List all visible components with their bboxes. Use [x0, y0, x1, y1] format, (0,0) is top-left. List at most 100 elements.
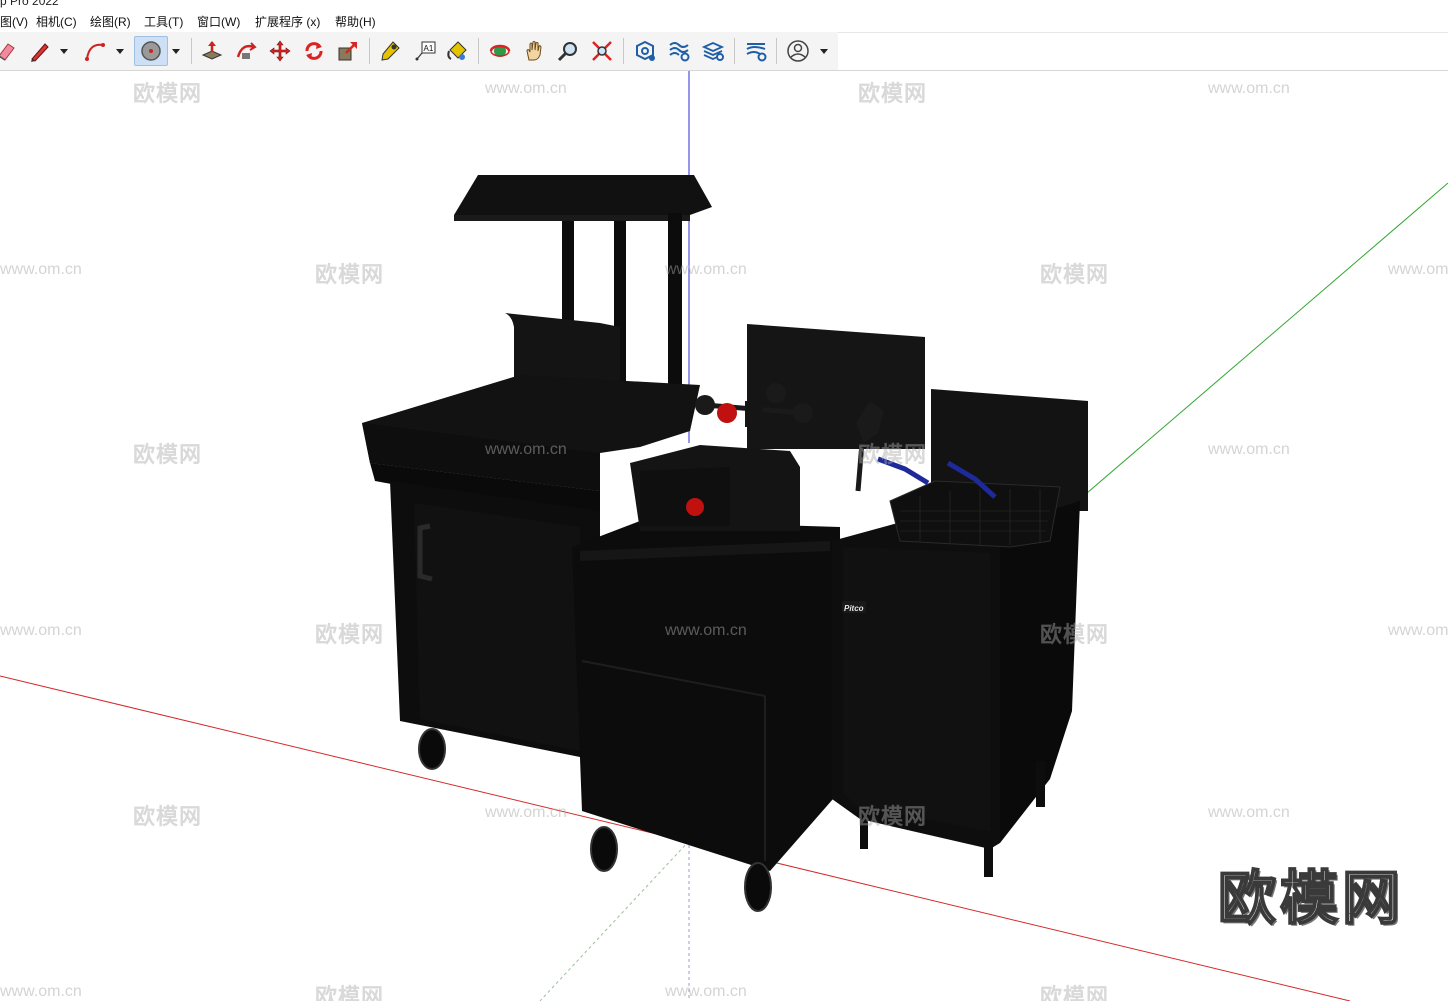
watermark-url: www.om.cn — [665, 261, 747, 278]
watermark-url: www.om.cn — [1388, 261, 1448, 278]
menu-draw[interactable]: 绘图(R) — [90, 13, 131, 30]
tape-measure-icon — [381, 41, 400, 61]
watermark-brand: 欧模网 — [858, 442, 928, 467]
orbit-icon — [489, 44, 511, 57]
arc-tool-dropdown[interactable] — [115, 46, 125, 56]
watermark-brand: 欧模网 — [315, 622, 385, 647]
rotate-tool[interactable] — [299, 36, 329, 66]
circle-tool[interactable] — [134, 36, 168, 66]
canopy-post — [562, 221, 574, 321]
main-toolbar: A1 — [0, 32, 838, 71]
zoom-extents-tool[interactable] — [587, 36, 617, 66]
watermark-url: www.om.cn — [0, 622, 82, 639]
green-axis-negative — [539, 840, 690, 1001]
brand-logo: 欧模网 — [1217, 865, 1405, 932]
text-tool[interactable]: A1 — [410, 36, 440, 66]
account-dropdown[interactable] — [819, 46, 829, 56]
watermark-brand: 欧模网 — [1040, 622, 1110, 647]
red-knob — [686, 498, 704, 516]
eraser-icon — [0, 43, 15, 61]
rotate-icon — [305, 42, 323, 60]
fryer-brand-label: Pitco — [844, 604, 864, 613]
watermark-url: www.om.cn — [1388, 622, 1448, 639]
account-button[interactable] — [783, 36, 813, 66]
toolbar-separator — [478, 38, 479, 64]
watermark-url: www.om.cn — [665, 983, 747, 1000]
zoom-tool[interactable] — [553, 36, 583, 66]
layers-settings-icon — [701, 42, 725, 61]
chevron-down-icon — [820, 49, 828, 54]
zoom-extents-icon — [592, 41, 612, 61]
toolbar-separator — [623, 38, 624, 64]
toolbar-separator — [369, 38, 370, 64]
text-tool-label: A1 — [424, 44, 434, 53]
toolbar-separator — [776, 38, 777, 64]
pencil-line-icon — [31, 43, 49, 62]
watermark-url: www.om.cn — [0, 261, 82, 278]
line-tool-dropdown[interactable] — [59, 46, 69, 56]
pan-tool[interactable] — [519, 36, 549, 66]
menu-view[interactable]: 图(V) — [0, 13, 28, 30]
fryer-station-model[interactable]: Pitco — [362, 175, 1088, 912]
layers-settings-tool[interactable] — [698, 36, 728, 66]
window-title: p Pro 2022 — [0, 0, 59, 8]
watermark-url: www.om.cn — [665, 622, 747, 639]
component-settings-tool[interactable] — [630, 36, 660, 66]
sketchup-window: p Pro 2022 图(V) 相机(C) 绘图(R) 工具(T) 窗口(W) … — [0, 0, 1448, 1001]
materials-settings-tool[interactable] — [664, 36, 694, 66]
title-bar: p Pro 2022 — [0, 0, 1448, 10]
canopy-post — [668, 213, 682, 395]
menu-camera[interactable]: 相机(C) — [36, 13, 77, 30]
watermark-brand: 欧模网 — [1040, 262, 1110, 287]
model-viewport[interactable]: Pitco 欧模网 欧模网 欧模网 欧模网 欧模网 欧模网 欧模网 欧模网 欧模… — [0, 71, 1448, 1001]
line-tool[interactable] — [24, 36, 54, 66]
eraser-tool[interactable] — [0, 36, 22, 66]
paint-bucket-icon — [447, 41, 467, 60]
chevron-down-icon — [60, 49, 68, 54]
toolbar-separator — [734, 38, 735, 64]
tape-measure-tool[interactable] — [376, 36, 406, 66]
component-settings-icon — [636, 40, 655, 61]
menu-window[interactable]: 窗口(W) — [197, 13, 240, 30]
menu-tools[interactable]: 工具(T) — [144, 13, 183, 30]
watermark-brand: 欧模网 — [315, 262, 385, 287]
watermark-url: www.om.cn — [1208, 441, 1290, 458]
drawer-cabinet — [572, 521, 840, 871]
menu-help[interactable]: 帮助(H) — [335, 13, 376, 30]
circle-tool-dropdown[interactable] — [171, 46, 181, 56]
follow-me-icon — [236, 42, 257, 59]
push-pull-tool[interactable] — [197, 36, 227, 66]
watermark-url: www.om.cn — [1208, 804, 1290, 821]
circle-icon — [141, 41, 161, 61]
scale-tool[interactable] — [333, 36, 363, 66]
chevron-down-icon — [172, 49, 180, 54]
watermark-brand: 欧模网 — [133, 804, 203, 829]
watermark-brand: 欧模网 — [133, 442, 203, 467]
move-tool[interactable] — [265, 36, 295, 66]
watermark-brand: 欧模网 — [858, 804, 928, 829]
canopy-top — [454, 175, 712, 215]
account-icon — [787, 40, 809, 62]
red-knob — [717, 403, 737, 423]
arc-tool[interactable] — [80, 36, 110, 66]
materials-settings-icon — [669, 42, 690, 62]
pan-icon — [526, 41, 542, 61]
push-pull-icon — [201, 41, 223, 60]
chevron-down-icon — [116, 49, 124, 54]
move-icon — [269, 40, 291, 62]
follow-me-tool[interactable] — [231, 36, 261, 66]
menu-extensions[interactable]: 扩展程序 (x) — [255, 13, 320, 30]
toolbar-separator — [191, 38, 192, 64]
paint-bucket-tool[interactable] — [442, 36, 472, 66]
styles-settings-tool[interactable] — [741, 36, 771, 66]
watermark-brand: 欧模网 — [133, 81, 203, 106]
watermark-url: www.om.cn — [485, 804, 567, 821]
zoom-icon — [557, 42, 577, 62]
watermark-url: www.om.cn — [0, 983, 82, 1000]
caster-wheel — [744, 862, 772, 912]
watermark-url: www.om.cn — [485, 80, 567, 97]
caster-wheel — [590, 826, 618, 872]
watermark-url: www.om.cn — [1208, 80, 1290, 97]
watermark-brand: 欧模网 — [315, 984, 385, 1001]
orbit-tool[interactable] — [485, 36, 515, 66]
